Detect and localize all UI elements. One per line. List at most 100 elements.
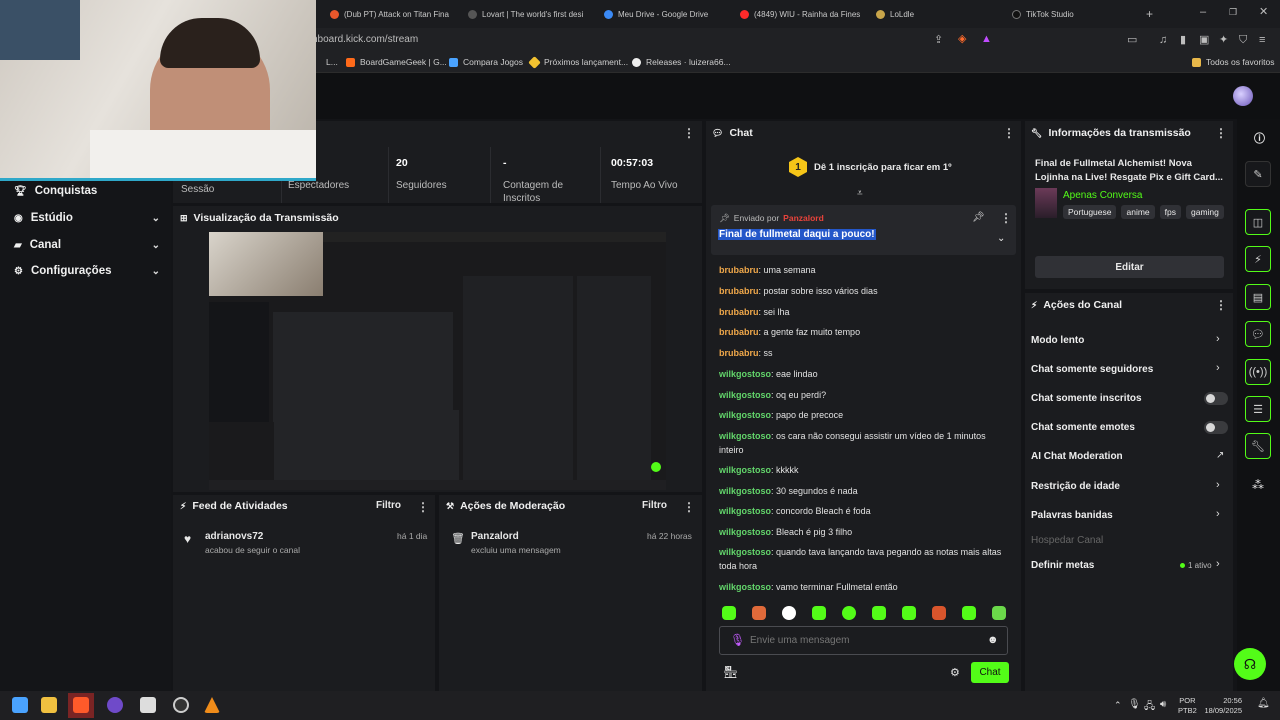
avatar[interactable]: [1233, 86, 1253, 106]
wrench-icon[interactable]: 🔧︎: [1245, 433, 1271, 459]
info-icon[interactable]: ⓘ: [1254, 130, 1265, 146]
share-icon[interactable]: ⇪: [934, 35, 943, 46]
broadcast-icon[interactable]: ((•)): [1245, 359, 1271, 385]
chevron-right-icon[interactable]: ›: [1216, 508, 1220, 520]
menu-icon[interactable]: ≡: [1259, 35, 1265, 46]
emote-icon[interactable]: [842, 606, 856, 620]
emote-icon[interactable]: [752, 606, 766, 620]
add-widget-icon[interactable]: ⁂: [1252, 478, 1264, 492]
browser-tab[interactable]: LoLdle: [876, 4, 1001, 24]
chat-username[interactable]: wilkgostoso: [719, 506, 771, 516]
pencil-icon[interactable]: ✎: [1245, 161, 1271, 187]
emote-icon[interactable]: [932, 606, 946, 620]
file-explorer-icon[interactable]: [41, 697, 57, 713]
chat-username[interactable]: wilkgostoso: [719, 431, 771, 441]
url-field[interactable]: nboard.kick.com/stream: [312, 34, 418, 45]
browser-tab[interactable]: (Dub PT) Attack on Titan Fina: [330, 4, 455, 24]
music-icon[interactable]: ♫: [1159, 35, 1167, 46]
emote-icon[interactable]: [722, 606, 736, 620]
close-icon[interactable]: ✕: [1259, 7, 1268, 18]
emote-icon[interactable]: [962, 606, 976, 620]
network-icon[interactable]: 🖧︎: [1144, 699, 1155, 716]
browser-tab[interactable]: Meu Drive - Google Drive: [604, 4, 729, 24]
emote-icon[interactable]: [902, 606, 916, 620]
all-bookmarks[interactable]: Todos os favoritos: [1192, 57, 1275, 67]
collapse-icon[interactable]: ⩡: [857, 188, 863, 199]
chat-username[interactable]: brubabru: [719, 265, 759, 275]
tag[interactable]: Portuguese: [1063, 205, 1117, 219]
bookmark-item[interactable]: Próximos lançament...: [528, 55, 628, 69]
obs-studio-icon[interactable]: [173, 697, 189, 713]
stream-preview[interactable]: [209, 232, 666, 490]
emote-icon[interactable]: [812, 606, 826, 620]
brave-shield-icon[interactable]: ◈: [958, 34, 966, 45]
document-icon[interactable]: ▤: [1245, 284, 1271, 310]
volume-icon[interactable]: 🔊︎: [1160, 699, 1166, 710]
banned-words-row[interactable]: Palavras banidas: [1031, 510, 1113, 521]
chat-username[interactable]: brubabru: [719, 327, 759, 337]
wallet-icon[interactable]: ▣: [1199, 35, 1209, 46]
browser-tab[interactable]: Lovart | The world's first desi: [468, 4, 593, 24]
category-name[interactable]: Apenas Conversa: [1063, 190, 1143, 201]
followers-only-row[interactable]: Chat somente seguidores: [1031, 364, 1153, 375]
sidebar-item-configuracoes[interactable]: ⚙ Configurações ⌄: [14, 265, 160, 277]
chevron-down-icon[interactable]: ⌄: [997, 233, 1005, 244]
set-goals-row[interactable]: Definir metas: [1031, 560, 1094, 571]
chat-username[interactable]: wilkgostoso: [719, 369, 771, 379]
external-link-icon[interactable]: ↗: [1216, 450, 1224, 461]
bookmark-item[interactable]: Releases · luizera66...: [632, 57, 731, 67]
more-options-icon[interactable]: ⋮: [683, 500, 695, 514]
bookmark-item[interactable]: Compara Jogos: [449, 57, 523, 67]
tag[interactable]: gaming: [1185, 205, 1224, 219]
capcut-icon[interactable]: [140, 697, 156, 713]
clock[interactable]: 20:56 18/09/2025: [1200, 696, 1242, 716]
tag[interactable]: fps: [1159, 205, 1181, 219]
chat-username[interactable]: wilkgostoso: [719, 527, 771, 537]
bolt-icon[interactable]: ⚡︎: [1245, 246, 1271, 272]
pinned-user[interactable]: Panzalord: [783, 213, 824, 224]
keyboard-layout[interactable]: POR PTB2: [1178, 696, 1197, 716]
unpin-icon[interactable]: 📌︎: [972, 212, 985, 223]
emotes-only-toggle[interactable]: [1204, 421, 1228, 434]
chevron-right-icon[interactable]: ›: [1216, 362, 1220, 374]
filter-button[interactable]: Filtro: [376, 500, 401, 511]
emote-icon[interactable]: [992, 606, 1006, 620]
tag[interactable]: anime: [1121, 205, 1155, 219]
chat-input[interactable]: [750, 632, 970, 649]
store-icon[interactable]: 🏪︎: [723, 665, 738, 679]
more-options-icon[interactable]: ⋮: [1215, 126, 1227, 140]
sidebar-item-canal[interactable]: ▰ Canal ⌄: [14, 239, 160, 251]
mic-tray-icon[interactable]: 🎙︎: [1128, 699, 1141, 710]
stream-icon[interactable]: ◫: [1245, 209, 1271, 235]
more-options-icon[interactable]: ⋮: [417, 500, 429, 514]
obs-icon[interactable]: [107, 697, 123, 713]
chat-username[interactable]: wilkgostoso: [719, 390, 771, 400]
mic-icon[interactable]: 🎙︎: [730, 633, 745, 647]
chat-username[interactable]: wilkgostoso: [719, 410, 771, 420]
new-tab-icon[interactable]: +: [1146, 8, 1153, 20]
sidebar-item-conquistas[interactable]: 🏆︎ Conquistas: [14, 185, 160, 197]
chevron-right-icon[interactable]: ›: [1216, 479, 1220, 491]
emote-icon[interactable]: [872, 606, 886, 620]
chat-username[interactable]: wilkgostoso: [719, 582, 771, 592]
brave-icon[interactable]: [73, 697, 89, 713]
moderation-icon[interactable]: ☰: [1245, 396, 1271, 422]
reader-icon[interactable]: ▭: [1127, 35, 1137, 46]
rewards-icon[interactable]: ▲: [981, 34, 992, 45]
edit-button[interactable]: Editar: [1035, 256, 1224, 278]
emoji-icon[interactable]: ☻: [987, 634, 999, 646]
activity-user[interactable]: adrianovs72: [205, 531, 263, 542]
browser-tab[interactable]: TikTok Studio: [1012, 4, 1137, 24]
windows-start-icon[interactable]: [12, 697, 28, 713]
emote-icon[interactable]: [782, 606, 796, 620]
send-chat-button[interactable]: Chat: [971, 662, 1009, 683]
chat-username[interactable]: brubabru: [719, 348, 759, 358]
chat-username[interactable]: brubabru: [719, 307, 759, 317]
filter-button[interactable]: Filtro: [642, 500, 667, 511]
more-options-icon[interactable]: ⋮: [683, 126, 695, 140]
moderation-user[interactable]: Panzalord: [471, 531, 519, 542]
chat-username[interactable]: wilkgostoso: [719, 547, 771, 557]
chat-username[interactable]: wilkgostoso: [719, 486, 771, 496]
chat-username[interactable]: wilkgostoso: [719, 465, 771, 475]
maximize-icon[interactable]: ❐: [1229, 8, 1237, 17]
